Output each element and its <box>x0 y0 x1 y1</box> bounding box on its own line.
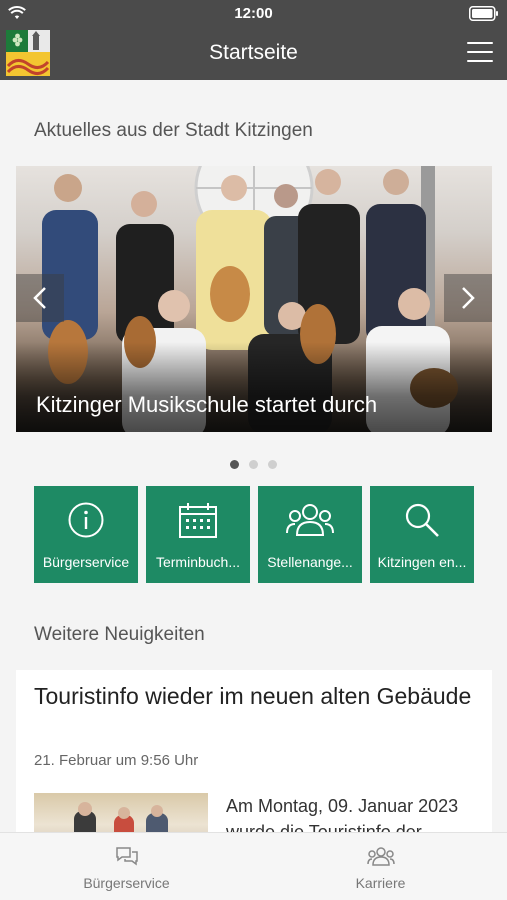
carousel-next-button[interactable] <box>444 274 492 322</box>
app-header: Startseite <box>0 28 507 80</box>
quicklink-kitzingen-entdecken[interactable]: Kitzingen en... <box>370 486 474 583</box>
news-card-title[interactable]: Touristinfo wieder im neuen alten Gebäud… <box>34 682 474 711</box>
carousel-prev-button[interactable] <box>16 274 64 322</box>
main-content[interactable]: Aktuelles aus der Stadt Kitzingen Kitzin… <box>0 80 507 832</box>
carousel-dot[interactable] <box>249 460 258 469</box>
quicklinks: Bürgerservice Terminbuch... Stellenange.… <box>34 486 474 583</box>
search-icon <box>405 503 439 537</box>
quicklink-label: Bürgerservice <box>42 554 130 570</box>
calendar-icon <box>179 503 217 538</box>
carousel-pagination <box>0 456 507 474</box>
people-icon <box>286 504 334 536</box>
people-icon <box>366 847 395 866</box>
battery-icon <box>469 6 498 21</box>
tab-label: Bürgerservice <box>83 875 170 891</box>
news-card-excerpt: Am Montag, 09. Januar 2023 wurde die Tou… <box>226 796 459 832</box>
tab-bar: Bürgerservice Karriere <box>0 832 507 900</box>
page-title: Startseite <box>209 41 298 64</box>
tab-buergerservice[interactable]: Bürgerservice <box>0 833 253 900</box>
chevron-left-icon <box>33 287 46 309</box>
quicklink-terminbuchung[interactable]: Terminbuch... <box>146 486 250 583</box>
tab-karriere[interactable]: Karriere <box>254 833 507 900</box>
chat-bubbles-icon <box>115 847 138 866</box>
slide-caption[interactable]: Kitzinger Musikschule startet durch <box>36 392 377 418</box>
caption-overlay <box>16 342 492 432</box>
tab-label: Karriere <box>355 875 406 891</box>
carousel-dot[interactable] <box>268 460 277 469</box>
news-card[interactable]: Touristinfo wieder im neuen alten Gebäud… <box>16 670 492 832</box>
status-bar: 12:00 <box>0 0 507 28</box>
carousel-dot[interactable] <box>230 460 239 469</box>
news-card-image[interactable] <box>34 793 208 832</box>
status-time: 12:00 <box>234 5 273 22</box>
info-icon <box>68 502 104 538</box>
news-section-title: Aktuelles aus der Stadt Kitzingen <box>34 120 313 141</box>
hamburger-menu-icon[interactable] <box>467 42 493 64</box>
quicklink-label: Stellenange... <box>267 554 353 570</box>
news-carousel[interactable]: Kitzinger Musikschule startet durch <box>16 166 492 432</box>
quicklink-buergerservice[interactable]: Bürgerservice <box>34 486 138 583</box>
quicklink-label: Terminbuch... <box>155 554 241 570</box>
news-card-date: 21. Februar um 9:56 Uhr <box>34 752 199 769</box>
more-news-section-title: Weitere Neuigkeiten <box>34 624 205 645</box>
quicklink-label: Kitzingen en... <box>377 554 467 570</box>
chevron-right-icon <box>462 287 475 309</box>
quicklink-stellenangebote[interactable]: Stellenange... <box>258 486 362 583</box>
